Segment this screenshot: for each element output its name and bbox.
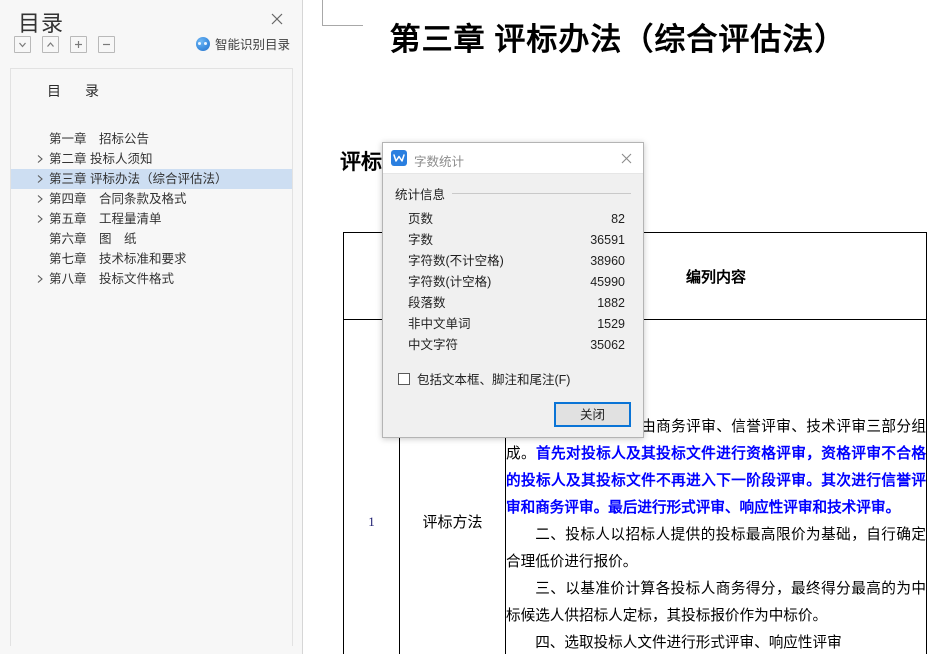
content-paragraph-2: 二、投标人以招标人提供的投标最高限价为基础，自行确定合理低价进行报价。 bbox=[506, 526, 926, 570]
app-root: 目录 智能识别目录 目 录 第一章 招标公告 第二章 投标人须知 第三章 评标办… bbox=[0, 0, 933, 654]
include-textboxes-label: 包括文本框、脚注和尾注(F) bbox=[417, 373, 571, 387]
stat-value: 38960 bbox=[590, 254, 625, 268]
stat-label: 字符数(计空格) bbox=[408, 275, 492, 289]
stat-value: 36591 bbox=[590, 233, 625, 247]
dialog-body: 统计信息 页数 82 字数 36591 字符数(不计空格) 38960 字符数(计空格) 45… bbox=[383, 174, 643, 437]
chevron-right-icon[interactable] bbox=[35, 149, 45, 169]
content-paragraph-3: 三、以基准价计算各投标人商务得分，最终得分最高的为中标候选人供招标人定标，其投标… bbox=[506, 580, 926, 624]
toc-item-label: 第二章 投标人须知 bbox=[49, 152, 153, 166]
dialog-titlebar[interactable]: 字数统计 bbox=[383, 143, 643, 174]
stat-row: 页数 82 bbox=[395, 209, 631, 230]
smart-toc-label: 智能识别目录 bbox=[214, 38, 290, 52]
stat-value: 45990 bbox=[590, 275, 625, 289]
stat-row: 非中文单词 1529 bbox=[395, 314, 631, 335]
stat-label: 非中文单词 bbox=[408, 317, 471, 331]
toc-item-6[interactable]: 第六章 图 纸 bbox=[11, 229, 292, 249]
toc-panel: 目录 智能识别目录 目 录 第一章 招标公告 第二章 投标人须知 第三章 评标办… bbox=[0, 0, 303, 654]
plus-icon[interactable] bbox=[70, 36, 87, 53]
stat-value: 1529 bbox=[597, 317, 625, 331]
toc-document-heading: 目 录 bbox=[47, 83, 104, 99]
chevron-right-icon[interactable] bbox=[35, 189, 45, 209]
stat-label: 页数 bbox=[408, 212, 434, 226]
stat-row: 中文字符 35062 bbox=[395, 335, 631, 356]
stat-row: 段落数 1882 bbox=[395, 293, 631, 314]
toc-item-label: 第六章 图 纸 bbox=[49, 232, 137, 246]
toc-item-label: 第七章 技术标准和要求 bbox=[49, 252, 187, 266]
toc-item-label: 第一章 招标公告 bbox=[49, 132, 150, 146]
stats-group-header: 统计信息 bbox=[395, 184, 631, 203]
word-count-dialog: 字数统计 统计信息 页数 82 字数 36591 字符数(不计空格) 38960 字符数(计… bbox=[382, 142, 644, 438]
dialog-title: 字数统计 bbox=[414, 155, 465, 169]
toc-item-label: 第三章 评标办法（综合评估法） bbox=[49, 172, 228, 186]
stat-value: 35062 bbox=[590, 338, 625, 352]
toc-item-2[interactable]: 第二章 投标人须知 bbox=[11, 149, 292, 169]
chevron-right-icon[interactable] bbox=[35, 169, 45, 189]
stat-label: 中文字符 bbox=[408, 338, 459, 352]
divider bbox=[452, 193, 631, 194]
stat-label: 字数 bbox=[408, 233, 434, 247]
toc-item-7[interactable]: 第七章 技术标准和要求 bbox=[11, 249, 292, 269]
close-icon[interactable] bbox=[619, 151, 634, 166]
toc-item-8[interactable]: 第八章 投标文件格式 bbox=[11, 269, 292, 289]
content-paragraph-4: 四、选取投标人文件进行形式评审、响应性评审 bbox=[535, 634, 842, 651]
chevron-up-icon[interactable] bbox=[42, 36, 59, 53]
include-textboxes-checkbox-row[interactable]: 包括文本框、脚注和尾注(F) bbox=[398, 369, 631, 388]
toc-item-4[interactable]: 第四章 合同条款及格式 bbox=[11, 189, 292, 209]
ai-robot-icon bbox=[195, 36, 210, 51]
page-title: 第三章 评标办法（综合评估法） bbox=[389, 22, 847, 57]
toc-panel-header: 目录 bbox=[0, 0, 302, 36]
smart-toc-button[interactable]: 智能识别目录 bbox=[195, 34, 290, 53]
toc-toolbar: 智能识别目录 bbox=[0, 36, 302, 64]
close-icon[interactable] bbox=[268, 10, 286, 28]
stat-row: 字符数(不计空格) 38960 bbox=[395, 251, 631, 272]
minus-icon[interactable] bbox=[98, 36, 115, 53]
toc-item-1[interactable]: 第一章 招标公告 bbox=[11, 129, 292, 149]
toc-list: 第一章 招标公告 第二章 投标人须知第三章 评标办法（综合评估法） 第四章 合同条款… bbox=[11, 129, 292, 289]
toc-tree-container: 目 录 第一章 招标公告 第二章 投标人须知第三章 评标办法（综合评估法） 第四章 … bbox=[10, 68, 293, 646]
close-button[interactable]: 关闭 bbox=[554, 402, 631, 427]
chevron-right-icon[interactable] bbox=[35, 269, 45, 289]
stats-group-label: 统计信息 bbox=[395, 188, 446, 202]
stat-label: 字符数(不计空格) bbox=[408, 254, 504, 268]
toc-item-3[interactable]: 第三章 评标办法（综合评估法） bbox=[11, 169, 292, 189]
para1-highlight: 首先对投标人及其投标文件进行资格评审，资格评审不合格的投标人及其投标文件不再进入… bbox=[506, 445, 926, 516]
stats-list: 页数 82 字数 36591 字符数(不计空格) 38960 字符数(计空格) 45990 段落… bbox=[395, 209, 631, 356]
include-textboxes-checkbox[interactable] bbox=[398, 372, 410, 385]
page-subtitle: 评标 bbox=[340, 150, 382, 174]
dialog-footer: 关闭 bbox=[395, 402, 631, 427]
stat-row: 字数 36591 bbox=[395, 230, 631, 251]
toc-item-label: 第八章 投标文件格式 bbox=[49, 272, 175, 286]
toc-item-label: 第五章 工程量清单 bbox=[49, 212, 162, 226]
stat-value: 82 bbox=[611, 212, 625, 226]
toc-panel-title: 目录 bbox=[18, 11, 65, 36]
toc-item-label: 第四章 合同条款及格式 bbox=[49, 192, 187, 206]
stat-label: 段落数 bbox=[408, 296, 446, 310]
chevron-down-icon[interactable] bbox=[14, 36, 31, 53]
wps-writer-icon bbox=[391, 150, 407, 166]
toc-item-5[interactable]: 第五章 工程量清单 bbox=[11, 209, 292, 229]
stat-value: 1882 bbox=[597, 296, 625, 310]
chevron-right-icon[interactable] bbox=[35, 209, 45, 229]
stat-row: 字符数(计空格) 45990 bbox=[395, 272, 631, 293]
